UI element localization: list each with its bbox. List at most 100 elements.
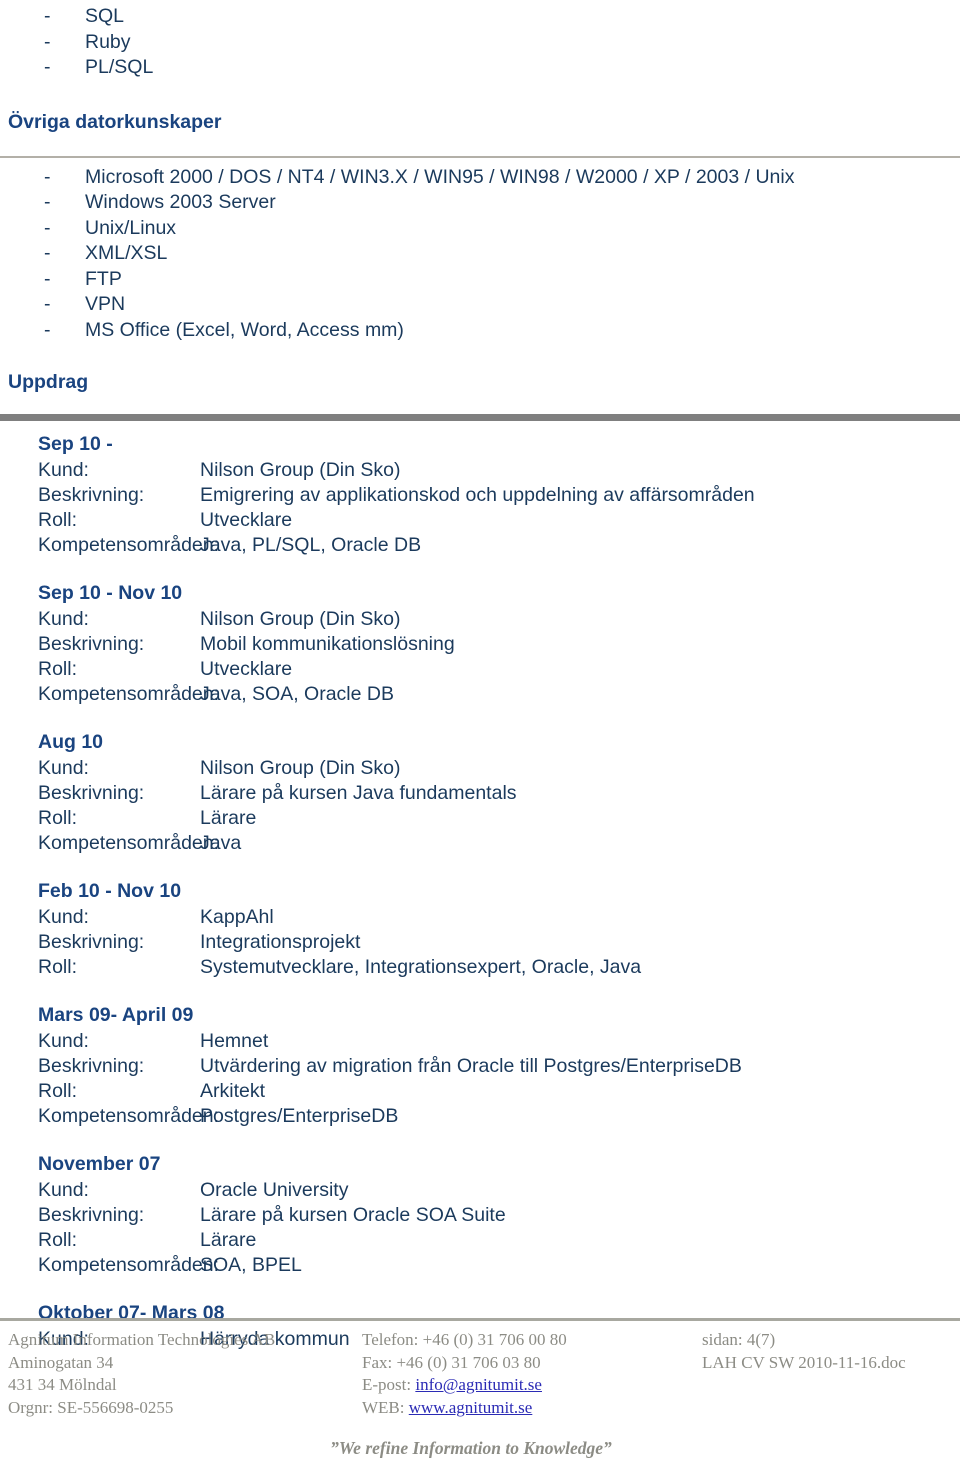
dash-marker: - bbox=[44, 56, 51, 78]
assignment-field-beskrivning: Beskrivning: Mobil kommunikationslösning bbox=[0, 632, 960, 657]
field-label: Kund: bbox=[38, 1030, 89, 1052]
field-label: Beskrivning: bbox=[38, 782, 145, 804]
assignment-field-kompetensomraden: Kompetensområden: SOA, BPEL bbox=[0, 1253, 960, 1278]
list-item: - Unix/Linux bbox=[0, 216, 960, 242]
list-item: - Microsoft 2000 / DOS / NT4 / WIN3.X / … bbox=[0, 165, 960, 191]
assignment-entry: Aug 10 Kund: Nilson Group (Din Sko) Besk… bbox=[0, 729, 960, 856]
assignment-entry: November 07 Kund: Oracle University Besk… bbox=[0, 1151, 960, 1278]
field-label: Roll: bbox=[38, 1080, 78, 1102]
assignment-date: November 07 bbox=[38, 1153, 161, 1175]
assignment-field-kund: Kund: Nilson Group (Din Sko) bbox=[0, 607, 960, 632]
dash-marker: - bbox=[44, 216, 51, 239]
assignment-field-kund: Kund: Nilson Group (Din Sko) bbox=[0, 756, 960, 781]
list-item-label: Ruby bbox=[85, 30, 131, 53]
assignment-field-roll: Roll: Lärare bbox=[0, 806, 960, 831]
dash-marker: - bbox=[44, 242, 51, 264]
footer-web-link[interactable]: www.agnitumit.se bbox=[409, 1398, 533, 1417]
field-value: Lärare bbox=[200, 807, 257, 829]
field-value: Nilson Group (Din Sko) bbox=[200, 459, 401, 481]
field-value: Arkitekt bbox=[200, 1080, 266, 1102]
assignment-date: Sep 10 - Nov 10 bbox=[38, 582, 183, 604]
field-value: Utvärdering av migration från Oracle til… bbox=[200, 1055, 742, 1077]
footer-company-block: Agnitum Information Technologies AB Amin… bbox=[0, 1329, 362, 1419]
list-item: - FTP bbox=[0, 267, 960, 293]
dash-marker: - bbox=[44, 293, 51, 315]
assignment-field-beskrivning: Beskrivning: Emigrering av applikationsk… bbox=[0, 483, 960, 508]
field-label: Beskrivning: bbox=[38, 1055, 145, 1077]
field-label: Roll: bbox=[38, 956, 78, 978]
assignment-field-beskrivning: Beskrivning: Lärare på kursen Oracle SOA… bbox=[0, 1203, 960, 1228]
list-item: - Windows 2003 Server bbox=[0, 190, 960, 216]
field-value: Oracle University bbox=[200, 1179, 349, 1201]
assignment-field-roll: Roll: Utvecklare bbox=[0, 508, 960, 533]
footer-doc-block: sidan: 4(7) LAH CV SW 2010-11-16.doc bbox=[702, 1329, 960, 1419]
assignment-date: Feb 10 - Nov 10 bbox=[38, 880, 182, 902]
list-item-label: PL/SQL bbox=[85, 56, 154, 78]
field-value: Lärare på kursen Java fundamentals bbox=[200, 782, 517, 804]
footer-email-link[interactable]: info@agnitumit.se bbox=[415, 1375, 542, 1394]
footer-contact-block: Telefon: +46 (0) 31 706 00 80 Fax: +46 (… bbox=[362, 1329, 702, 1419]
footer-company-name: Agnitum Information Technologies AB bbox=[8, 1330, 276, 1349]
footer-fax: Fax: +46 (0) 31 706 03 80 bbox=[362, 1352, 541, 1372]
assignment-entry: Mars 09- April 09 Kund: Hemnet Beskrivni… bbox=[0, 1002, 960, 1129]
assignment-date: Sep 10 - bbox=[38, 433, 113, 455]
list-item: - VPN bbox=[0, 292, 960, 318]
field-value: Nilson Group (Din Sko) bbox=[200, 608, 401, 630]
field-value: KappAhl bbox=[200, 906, 274, 928]
field-value: Java bbox=[200, 832, 242, 854]
field-label: Kompetensområden: bbox=[38, 534, 220, 556]
field-value: Java, SOA, Oracle DB bbox=[200, 683, 394, 705]
field-label: Kund: bbox=[38, 1179, 89, 1201]
field-label: Beskrivning: bbox=[38, 1204, 145, 1226]
list-item-label: XML/XSL bbox=[85, 242, 168, 264]
field-label: Kund: bbox=[38, 459, 89, 481]
field-label: Beskrivning: bbox=[38, 633, 145, 655]
dash-marker: - bbox=[44, 165, 51, 188]
field-label: Kund: bbox=[38, 608, 89, 630]
dash-marker: - bbox=[44, 5, 51, 27]
field-value: Lärare bbox=[200, 1229, 257, 1251]
page-footer: Agnitum Information Technologies AB Amin… bbox=[0, 1318, 960, 1459]
list-item-label: SQL bbox=[85, 5, 125, 27]
list-item-label: FTP bbox=[85, 267, 122, 290]
section-heading-uppdrag: Uppdrag bbox=[8, 371, 89, 393]
assignment-field-roll: Roll: Arkitekt bbox=[0, 1079, 960, 1104]
field-label: Kompetensområden: bbox=[38, 1254, 220, 1276]
footer-email-row: E-post: info@agnitumit.se bbox=[362, 1374, 702, 1397]
assignment-field-beskrivning: Beskrivning: Lärare på kursen Java funda… bbox=[0, 781, 960, 806]
document-page: - SQL - Ruby - PL/SQL Övriga datorkunska… bbox=[0, 0, 960, 1463]
field-value: Postgres/EnterpriseDB bbox=[200, 1105, 399, 1127]
assignment-entry: Sep 10 - Nov 10 Kund: Nilson Group (Din … bbox=[0, 580, 960, 707]
footer-web-row: WEB: www.agnitumit.se bbox=[362, 1397, 702, 1420]
assignment-field-kompetensomraden: Kompetensområden: Postgres/EnterpriseDB bbox=[0, 1104, 960, 1129]
assignment-field-beskrivning: Beskrivning: Integrationsprojekt bbox=[0, 930, 960, 955]
footer-city: 431 34 Mölndal bbox=[8, 1375, 117, 1394]
assignment-field-kompetensomraden: Kompetensområden: Java bbox=[0, 831, 960, 856]
field-value: Emigrering av applikationskod och uppdel… bbox=[200, 484, 755, 506]
field-value: Lärare på kursen Oracle SOA Suite bbox=[200, 1204, 506, 1226]
field-label: Roll: bbox=[38, 1229, 78, 1251]
field-label: Kompetensområden: bbox=[38, 832, 220, 854]
field-label: Kompetensområden: bbox=[38, 683, 220, 705]
list-item: - MS Office (Excel, Word, Access mm) bbox=[0, 318, 960, 344]
assignment-field-kompetensomraden: Kompetensområden: Java, SOA, Oracle DB bbox=[0, 682, 960, 707]
top-skill-list: - SQL - Ruby - PL/SQL bbox=[0, 0, 960, 81]
footer-web-label: WEB: bbox=[362, 1397, 409, 1417]
field-value: Utvecklare bbox=[200, 509, 293, 531]
list-item: - PL/SQL bbox=[0, 55, 960, 81]
field-label: Beskrivning: bbox=[38, 484, 145, 506]
assignment-field-roll: Roll: Systemutvecklare, Integrationsexpe… bbox=[0, 955, 960, 980]
list-item: - Ruby bbox=[0, 30, 960, 56]
field-value: Nilson Group (Din Sko) bbox=[200, 757, 401, 779]
field-value: SOA, BPEL bbox=[200, 1254, 302, 1276]
field-label: Kund: bbox=[38, 757, 89, 779]
assignment-field-kompetensomraden: Kompetensområden: Java, PL/SQL, Oracle D… bbox=[0, 533, 960, 558]
